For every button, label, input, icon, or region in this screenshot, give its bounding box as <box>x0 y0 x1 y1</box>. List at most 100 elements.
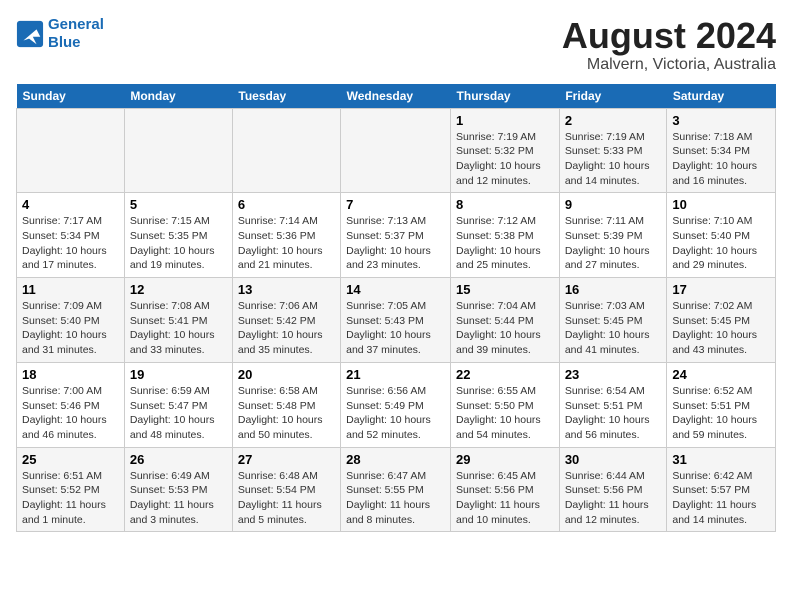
weekday-header-wednesday: Wednesday <box>341 84 451 109</box>
calendar-cell: 14 Sunrise: 7:05 AM Sunset: 5:43 PM Dayli… <box>341 278 451 363</box>
day-number: 6 <box>238 197 335 212</box>
day-info: Sunrise: 6:52 AM Sunset: 5:51 PM Dayligh… <box>672 384 770 443</box>
day-info: Sunrise: 7:14 AM Sunset: 5:36 PM Dayligh… <box>238 214 335 273</box>
day-number: 2 <box>565 113 662 128</box>
day-info: Sunrise: 7:00 AM Sunset: 5:46 PM Dayligh… <box>22 384 119 443</box>
day-number: 31 <box>672 452 770 467</box>
day-number: 29 <box>456 452 554 467</box>
day-number: 7 <box>346 197 445 212</box>
day-number: 24 <box>672 367 770 382</box>
calendar-cell: 3 Sunrise: 7:18 AM Sunset: 5:34 PM Daylig… <box>667 108 776 193</box>
day-info: Sunrise: 6:45 AM Sunset: 5:56 PM Dayligh… <box>456 469 554 528</box>
day-info: Sunrise: 7:15 AM Sunset: 5:35 PM Dayligh… <box>130 214 227 273</box>
day-info: Sunrise: 6:49 AM Sunset: 5:53 PM Dayligh… <box>130 469 227 528</box>
calendar-cell: 11Sunrise: 7:09 AM Sunset: 5:40 PM Dayli… <box>17 278 125 363</box>
day-info: Sunrise: 6:58 AM Sunset: 5:48 PM Dayligh… <box>238 384 335 443</box>
calendar-cell: 15 Sunrise: 7:04 AM Sunset: 5:44 PM Dayli… <box>451 278 560 363</box>
day-info: Sunrise: 7:06 AM Sunset: 5:42 PM Dayligh… <box>238 299 335 358</box>
calendar-cell: 29 Sunrise: 6:45 AM Sunset: 5:56 PM Dayli… <box>451 447 560 532</box>
calendar-cell: 13 Sunrise: 7:06 AM Sunset: 5:42 PM Dayli… <box>232 278 340 363</box>
day-number: 23 <box>565 367 662 382</box>
day-info: Sunrise: 7:19 AM Sunset: 5:33 PM Dayligh… <box>565 130 662 189</box>
day-info: Sunrise: 6:47 AM Sunset: 5:55 PM Dayligh… <box>346 469 445 528</box>
day-info: Sunrise: 7:19 AM Sunset: 5:32 PM Dayligh… <box>456 130 554 189</box>
title-area: August 2024 Malvern, Victoria, Australia <box>562 16 776 74</box>
day-info: Sunrise: 7:13 AM Sunset: 5:37 PM Dayligh… <box>346 214 445 273</box>
main-title: August 2024 <box>562 16 776 56</box>
day-number: 30 <box>565 452 662 467</box>
weekday-header-friday: Friday <box>559 84 667 109</box>
calendar-cell: 12 Sunrise: 7:08 AM Sunset: 5:41 PM Dayli… <box>124 278 232 363</box>
subtitle: Malvern, Victoria, Australia <box>562 56 776 74</box>
logo-line2: Blue <box>48 34 81 51</box>
calendar-cell: 19 Sunrise: 6:59 AM Sunset: 5:47 PM Dayli… <box>124 362 232 447</box>
calendar-cell: 27Sunrise: 6:48 AM Sunset: 5:54 PM Dayli… <box>232 447 340 532</box>
calendar-cell: 10 Sunrise: 7:10 AM Sunset: 5:40 PM Dayli… <box>667 193 776 278</box>
day-info: Sunrise: 7:10 AM Sunset: 5:40 PM Dayligh… <box>672 214 770 273</box>
day-number: 1 <box>456 113 554 128</box>
calendar-cell <box>124 108 232 193</box>
calendar-cell: 5Sunrise: 7:15 AM Sunset: 5:35 PM Daylig… <box>124 193 232 278</box>
day-info: Sunrise: 6:55 AM Sunset: 5:50 PM Dayligh… <box>456 384 554 443</box>
calendar-cell <box>232 108 340 193</box>
day-info: Sunrise: 6:51 AM Sunset: 5:52 PM Dayligh… <box>22 469 119 528</box>
calendar-cell: 31 Sunrise: 6:42 AM Sunset: 5:57 PM Dayli… <box>667 447 776 532</box>
calendar-cell: 28 Sunrise: 6:47 AM Sunset: 5:55 PM Dayli… <box>341 447 451 532</box>
weekday-header-sunday: Sunday <box>17 84 125 109</box>
day-info: Sunrise: 6:42 AM Sunset: 5:57 PM Dayligh… <box>672 469 770 528</box>
day-number: 22 <box>456 367 554 382</box>
calendar-cell: 25Sunrise: 6:51 AM Sunset: 5:52 PM Dayli… <box>17 447 125 532</box>
weekday-header-monday: Monday <box>124 84 232 109</box>
day-info: Sunrise: 7:11 AM Sunset: 5:39 PM Dayligh… <box>565 214 662 273</box>
calendar-cell: 4Sunrise: 7:17 AM Sunset: 5:34 PM Daylig… <box>17 193 125 278</box>
day-number: 28 <box>346 452 445 467</box>
logo-icon <box>16 20 44 48</box>
day-info: Sunrise: 7:18 AM Sunset: 5:34 PM Dayligh… <box>672 130 770 189</box>
day-info: Sunrise: 7:02 AM Sunset: 5:45 PM Dayligh… <box>672 299 770 358</box>
day-info: Sunrise: 7:12 AM Sunset: 5:38 PM Dayligh… <box>456 214 554 273</box>
day-number: 13 <box>238 282 335 297</box>
day-number: 17 <box>672 282 770 297</box>
calendar-cell: 1 Sunrise: 7:19 AM Sunset: 5:32 PM Daylig… <box>451 108 560 193</box>
day-number: 21 <box>346 367 445 382</box>
day-number: 14 <box>346 282 445 297</box>
day-info: Sunrise: 7:05 AM Sunset: 5:43 PM Dayligh… <box>346 299 445 358</box>
calendar-cell: 30 Sunrise: 6:44 AM Sunset: 5:56 PM Dayli… <box>559 447 667 532</box>
weekday-header-tuesday: Tuesday <box>232 84 340 109</box>
day-number: 16 <box>565 282 662 297</box>
calendar-cell: 20 Sunrise: 6:58 AM Sunset: 5:48 PM Dayli… <box>232 362 340 447</box>
logo-line1: General <box>48 16 104 33</box>
day-info: Sunrise: 7:08 AM Sunset: 5:41 PM Dayligh… <box>130 299 227 358</box>
day-info: Sunrise: 6:56 AM Sunset: 5:49 PM Dayligh… <box>346 384 445 443</box>
calendar-cell: 6 Sunrise: 7:14 AM Sunset: 5:36 PM Daylig… <box>232 193 340 278</box>
calendar-cell: 24 Sunrise: 6:52 AM Sunset: 5:51 PM Dayli… <box>667 362 776 447</box>
calendar-cell: 26Sunrise: 6:49 AM Sunset: 5:53 PM Dayli… <box>124 447 232 532</box>
calendar-cell: 17 Sunrise: 7:02 AM Sunset: 5:45 PM Dayli… <box>667 278 776 363</box>
day-info: Sunrise: 7:03 AM Sunset: 5:45 PM Dayligh… <box>565 299 662 358</box>
calendar-cell: 16 Sunrise: 7:03 AM Sunset: 5:45 PM Dayli… <box>559 278 667 363</box>
page-header: General Blue August 2024 Malvern, Victor… <box>16 16 776 74</box>
day-info: Sunrise: 7:09 AM Sunset: 5:40 PM Dayligh… <box>22 299 119 358</box>
day-number: 15 <box>456 282 554 297</box>
day-number: 3 <box>672 113 770 128</box>
weekday-header-thursday: Thursday <box>451 84 560 109</box>
day-number: 9 <box>565 197 662 212</box>
day-number: 19 <box>130 367 227 382</box>
calendar-cell: 22 Sunrise: 6:55 AM Sunset: 5:50 PM Dayli… <box>451 362 560 447</box>
day-number: 4 <box>22 197 119 212</box>
day-info: Sunrise: 7:04 AM Sunset: 5:44 PM Dayligh… <box>456 299 554 358</box>
day-info: Sunrise: 6:59 AM Sunset: 5:47 PM Dayligh… <box>130 384 227 443</box>
calendar-cell: 7 Sunrise: 7:13 AM Sunset: 5:37 PM Daylig… <box>341 193 451 278</box>
calendar-cell: 9 Sunrise: 7:11 AM Sunset: 5:39 PM Daylig… <box>559 193 667 278</box>
day-number: 20 <box>238 367 335 382</box>
calendar-table: SundayMondayTuesdayWednesdayThursdayFrid… <box>16 84 776 533</box>
day-number: 12 <box>130 282 227 297</box>
day-info: Sunrise: 6:44 AM Sunset: 5:56 PM Dayligh… <box>565 469 662 528</box>
day-number: 10 <box>672 197 770 212</box>
day-number: 18 <box>22 367 119 382</box>
calendar-cell: 18 Sunrise: 7:00 AM Sunset: 5:46 PM Dayli… <box>17 362 125 447</box>
day-number: 27 <box>238 452 335 467</box>
day-number: 8 <box>456 197 554 212</box>
calendar-cell: 23Sunrise: 6:54 AM Sunset: 5:51 PM Dayli… <box>559 362 667 447</box>
calendar-cell: 21 Sunrise: 6:56 AM Sunset: 5:49 PM Dayli… <box>341 362 451 447</box>
